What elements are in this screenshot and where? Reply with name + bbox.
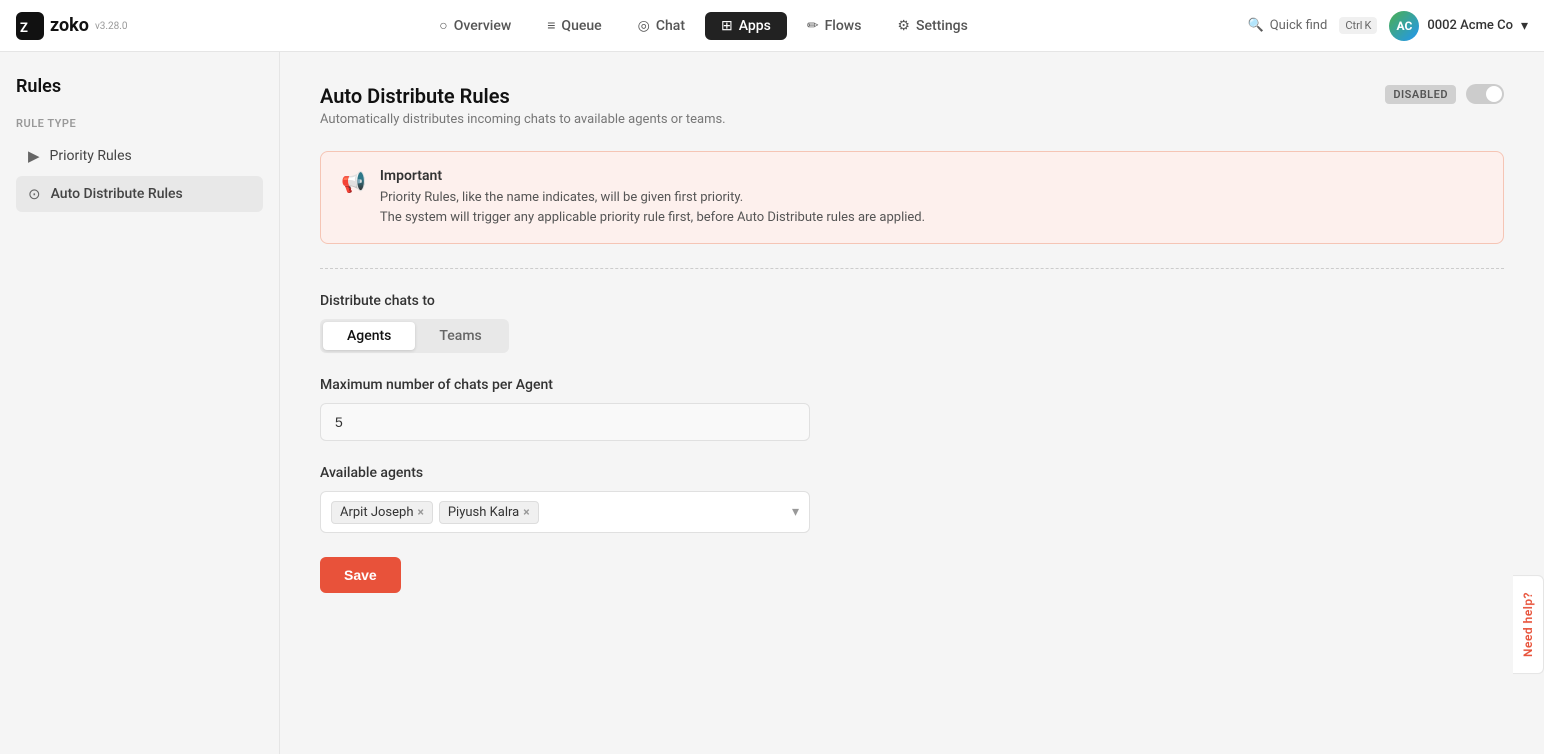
nav-settings[interactable]: ⚙ Settings — [881, 12, 983, 40]
priority-rules-icon: ▶ — [28, 147, 40, 165]
page-header-text: Auto Distribute Rules Automatically dist… — [320, 84, 726, 127]
nav-overview[interactable]: ○ Overview — [423, 11, 527, 40]
page-subtitle: Automatically distributes incoming chats… — [320, 112, 726, 127]
tab-agents[interactable]: Agents — [323, 322, 415, 350]
nav-chat[interactable]: ◎ Chat — [622, 12, 701, 40]
remove-arpit-joseph[interactable]: × — [417, 506, 423, 518]
account-selector[interactable]: AC 0002 Acme Co ▾ — [1389, 11, 1528, 41]
logo-name: zoko — [50, 15, 89, 36]
tag-piyush-kalra: Piyush Kalra × — [439, 501, 539, 524]
main-content: Auto Distribute Rules Automatically dist… — [280, 52, 1544, 754]
account-name: 0002 Acme Co — [1427, 18, 1513, 33]
sidebar-item-priority-rules[interactable]: ▶ Priority Rules — [16, 138, 263, 174]
nav-apps[interactable]: ⊞ Apps — [705, 12, 787, 40]
disabled-badge: DISABLED — [1385, 85, 1456, 104]
chat-icon: ◎ — [638, 18, 650, 34]
chevron-down-icon: ▾ — [1521, 18, 1528, 34]
overview-icon: ○ — [439, 17, 447, 34]
settings-icon: ⚙ — [897, 18, 910, 34]
rule-type-label: RULE TYPE — [16, 117, 263, 130]
save-button[interactable]: Save — [320, 557, 401, 593]
flows-icon: ✏ — [807, 18, 819, 34]
auto-distribute-icon: ⊙ — [28, 185, 41, 203]
logo-area[interactable]: Z zoko v3.28.0 — [16, 12, 128, 40]
megaphone-icon: 📢 — [341, 170, 366, 194]
need-help-button[interactable]: Need help? — [1513, 575, 1544, 674]
section-divider — [320, 268, 1504, 269]
queue-icon: ≡ — [547, 17, 555, 34]
tag-arpit-joseph: Arpit Joseph × — [331, 501, 433, 524]
info-text: Important Priority Rules, like the name … — [380, 168, 925, 227]
logo-version: v3.28.0 — [95, 21, 128, 32]
distribute-chats-label: Distribute chats to — [320, 293, 1504, 309]
toggle-area: DISABLED — [1385, 84, 1504, 104]
info-banner: 📢 Important Priority Rules, like the nam… — [320, 151, 1504, 244]
page-header: Auto Distribute Rules Automatically dist… — [320, 84, 1504, 127]
nav-flows[interactable]: ✏ Flows — [791, 12, 878, 40]
zoko-logo-icon: Z — [16, 12, 44, 40]
max-chats-input[interactable] — [320, 403, 810, 441]
search-icon: 🔍 — [1248, 18, 1264, 33]
remove-piyush-kalra[interactable]: × — [523, 506, 529, 518]
svg-text:Z: Z — [20, 21, 28, 36]
sidebar: Rules RULE TYPE ▶ Priority Rules ⊙ Auto … — [0, 52, 280, 754]
distribute-tabs: Agents Teams — [320, 319, 509, 353]
agents-tags-input[interactable]: Arpit Joseph × Piyush Kalra × ▾ — [320, 491, 810, 533]
distribute-chats-section: Distribute chats to Agents Teams — [320, 293, 1504, 353]
top-navigation: Z zoko v3.28.0 ○ Overview ≡ Queue ◎ Chat… — [0, 0, 1544, 52]
toggle-switch[interactable] — [1466, 84, 1504, 104]
page-title: Auto Distribute Rules — [320, 84, 726, 108]
available-agents-label: Available agents — [320, 465, 1504, 481]
keyboard-shortcut: Ctrl K — [1339, 17, 1377, 34]
max-chats-section: Maximum number of chats per Agent — [320, 377, 1504, 441]
quick-find-button[interactable]: 🔍 Quick find — [1248, 18, 1328, 33]
nav-queue[interactable]: ≡ Queue — [531, 11, 617, 40]
main-layout: Rules RULE TYPE ▶ Priority Rules ⊙ Auto … — [0, 52, 1544, 754]
available-agents-section: Available agents Arpit Joseph × Piyush K… — [320, 465, 1504, 533]
tab-teams[interactable]: Teams — [415, 322, 505, 350]
account-avatar: AC — [1389, 11, 1419, 41]
nav-right: 🔍 Quick find Ctrl K AC 0002 Acme Co ▾ — [1248, 11, 1528, 41]
sidebar-title: Rules — [16, 76, 263, 97]
nav-items: ○ Overview ≡ Queue ◎ Chat ⊞ Apps ✏ Flows… — [160, 11, 1248, 40]
sidebar-item-auto-distribute-rules[interactable]: ⊙ Auto Distribute Rules — [16, 176, 263, 212]
apps-icon: ⊞ — [721, 18, 733, 34]
agents-dropdown-chevron: ▾ — [792, 504, 799, 520]
max-chats-label: Maximum number of chats per Agent — [320, 377, 1504, 393]
